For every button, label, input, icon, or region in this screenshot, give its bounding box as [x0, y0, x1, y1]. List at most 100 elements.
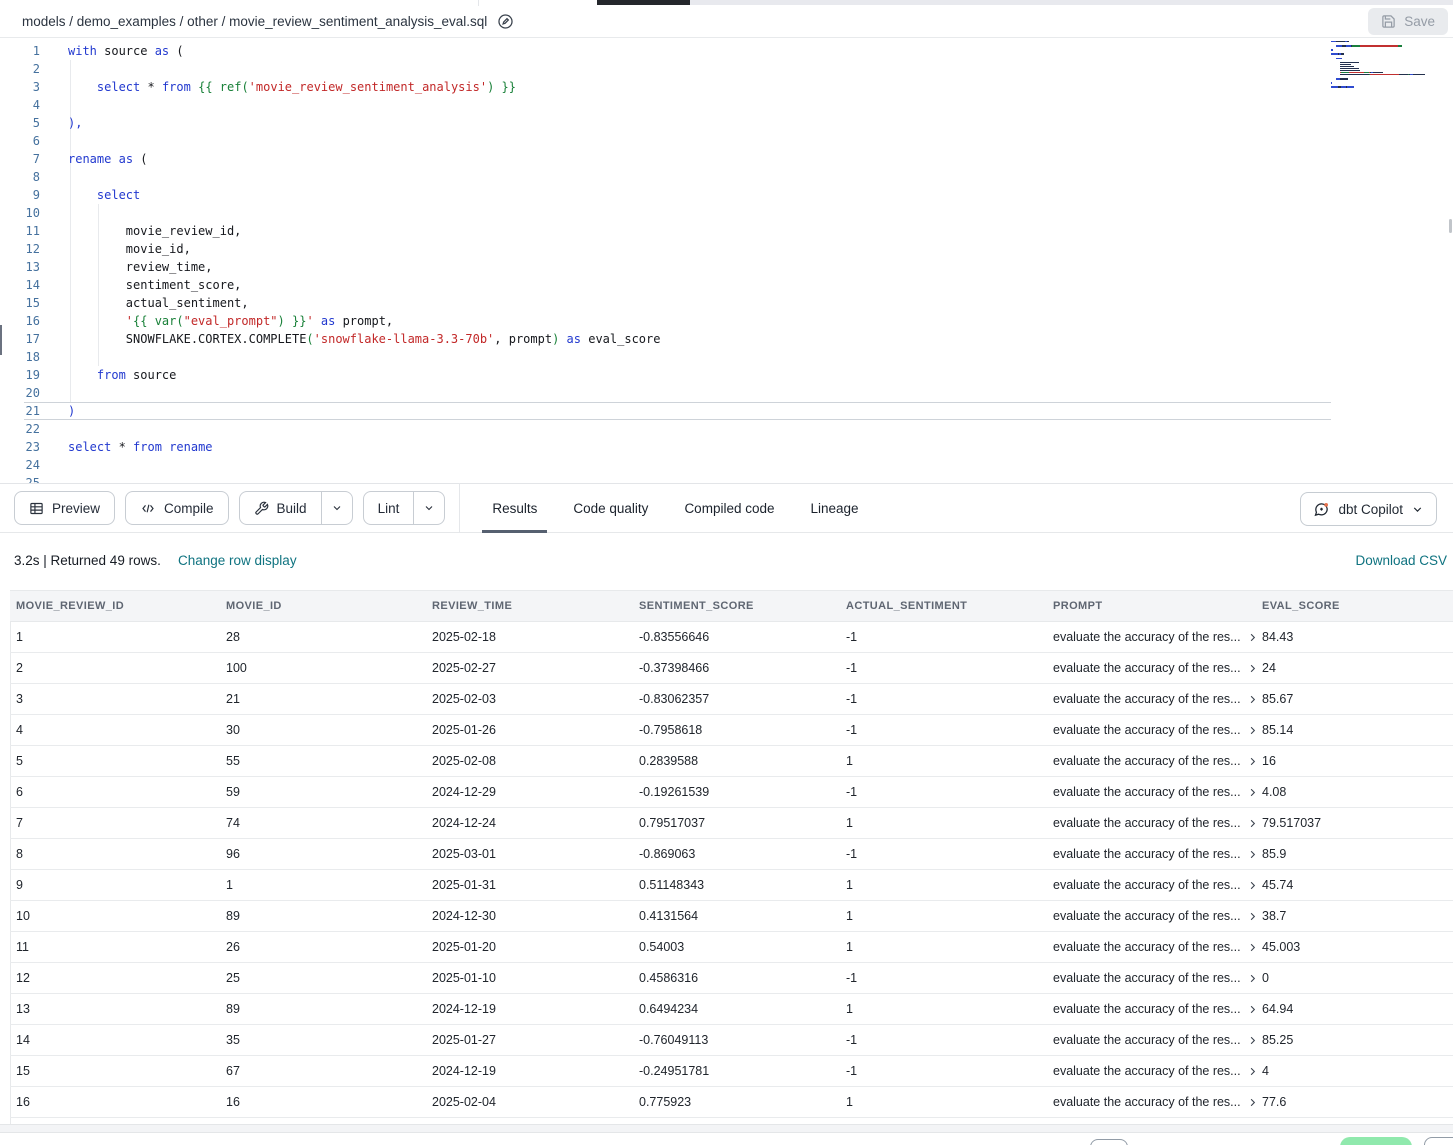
expand-prompt-icon[interactable] — [1247, 1066, 1256, 1077]
build-button[interactable]: Build — [239, 491, 353, 525]
column-header-prompt[interactable]: PROMPT — [1047, 591, 1256, 621]
save-button[interactable]: Save — [1368, 8, 1448, 35]
table-row[interactable]: 7742024-12-240.795170371evaluate the acc… — [10, 808, 1453, 839]
column-header-actual_sentiment[interactable]: ACTUAL_SENTIMENT — [840, 591, 1047, 621]
results-table: MOVIE_REVIEW_IDMOVIE_IDREVIEW_TIMESENTIM… — [10, 590, 1453, 1145]
expand-prompt-icon[interactable] — [1247, 1004, 1256, 1015]
code-line[interactable]: '{{ var("eval_prompt") }}' as prompt, — [68, 312, 1323, 330]
table-cell: 2025-02-04 — [426, 1087, 633, 1117]
code-line[interactable]: SNOWFLAKE.CORTEX.COMPLETE('snowflake-lla… — [68, 330, 1323, 348]
tab-results[interactable]: Results — [474, 483, 555, 533]
tab-compiled-code[interactable]: Compiled code — [666, 483, 792, 533]
column-header-sentiment_score[interactable]: SENTIMENT_SCORE — [633, 591, 840, 621]
code-line[interactable] — [68, 384, 1323, 402]
code-line[interactable]: select * from rename — [68, 438, 1323, 456]
download-csv-link[interactable]: Download CSV — [1355, 553, 1447, 568]
table-row[interactable]: 16162025-02-040.7759231evaluate the accu… — [10, 1087, 1453, 1118]
code-line[interactable] — [68, 204, 1323, 222]
expand-prompt-icon[interactable] — [1247, 694, 1256, 705]
code-line[interactable] — [68, 168, 1323, 186]
expand-prompt-icon[interactable] — [1247, 973, 1256, 984]
table-row[interactable]: 8962025-03-01-0.869063-1evaluate the acc… — [10, 839, 1453, 870]
code-line[interactable]: movie_review_id, — [68, 222, 1323, 240]
compile-button[interactable]: Compile — [125, 491, 229, 525]
table-row[interactable]: 6592024-12-29-0.19261539-1evaluate the a… — [10, 777, 1453, 808]
build-dropdown-caret[interactable] — [321, 492, 352, 524]
column-header-eval_score[interactable]: EVAL_SCORE — [1256, 591, 1453, 621]
code-line[interactable]: ), — [68, 114, 1323, 132]
code-line[interactable]: actual_sentiment, — [68, 294, 1323, 312]
table-cell: 2 — [10, 653, 220, 683]
table-cell: -1 — [840, 777, 1047, 807]
minimap[interactable] — [1331, 41, 1451, 93]
code-line[interactable] — [68, 420, 1323, 438]
code-line[interactable]: with source as ( — [68, 42, 1323, 60]
table-row[interactable]: 3212025-02-03-0.83062357-1evaluate the a… — [10, 684, 1453, 715]
build-button-label: Build — [277, 501, 307, 516]
partial-green-pill[interactable] — [1340, 1137, 1412, 1145]
expand-prompt-icon[interactable] — [1247, 849, 1256, 860]
column-header-movie_id[interactable]: MOVIE_ID — [220, 591, 426, 621]
code-line[interactable] — [68, 132, 1323, 150]
code-line[interactable]: select — [68, 186, 1323, 204]
expand-prompt-icon[interactable] — [1247, 942, 1256, 953]
table-row[interactable]: 11262025-01-200.540031evaluate the accur… — [10, 932, 1453, 963]
expand-prompt-icon[interactable] — [1247, 756, 1256, 767]
tab-scrollbar-thumb[interactable] — [597, 0, 690, 5]
tab-label: Lineage — [811, 501, 859, 516]
code-line[interactable]: ) — [68, 402, 1323, 420]
preview-button[interactable]: Preview — [14, 491, 115, 525]
code-line[interactable]: select * from {{ ref('movie_review_senti… — [68, 78, 1323, 96]
results-tabs: ResultsCode qualityCompiled code Lineage — [474, 483, 876, 533]
table-row[interactable]: 12252025-01-100.4586316-1evaluate the ac… — [10, 963, 1453, 994]
code-line[interactable] — [68, 96, 1323, 114]
tab-code-quality[interactable]: Code quality — [555, 483, 666, 533]
table-row[interactable]: 1282025-02-18-0.83556646-1evaluate the a… — [10, 622, 1453, 653]
prompt-text: evaluate the accuracy of the res... — [1053, 622, 1241, 652]
expand-prompt-icon[interactable] — [1247, 818, 1256, 829]
expand-prompt-icon[interactable] — [1247, 1035, 1256, 1046]
code-pane[interactable]: with source as ( select * from {{ ref('m… — [68, 42, 1323, 483]
expand-prompt-icon[interactable] — [1247, 663, 1256, 674]
lint-button[interactable]: Lint — [363, 491, 446, 525]
horizontal-scrollbar[interactable] — [0, 1124, 1453, 1133]
table-row[interactable]: 912025-01-310.511483431evaluate the accu… — [10, 870, 1453, 901]
expand-prompt-icon[interactable] — [1247, 911, 1256, 922]
code-line[interactable]: movie_id, — [68, 240, 1323, 258]
breadcrumb[interactable]: models / demo_examples / other / movie_r… — [22, 14, 487, 29]
code-line[interactable] — [68, 474, 1323, 483]
table-row[interactable]: 5552025-02-080.28395881evaluate the accu… — [10, 746, 1453, 777]
table-cell: 21 — [220, 684, 426, 714]
table-row[interactable]: 15672024-12-19-0.24951781-1evaluate the … — [10, 1056, 1453, 1087]
expand-prompt-icon[interactable] — [1247, 1097, 1256, 1108]
table-row[interactable]: 4302025-01-26-0.7958618-1evaluate the ac… — [10, 715, 1453, 746]
code-line[interactable]: sentiment_score, — [68, 276, 1323, 294]
change-row-display-link[interactable]: Change row display — [178, 553, 297, 568]
code-line[interactable] — [68, 60, 1323, 78]
column-header-movie_review_id[interactable]: MOVIE_REVIEW_ID — [10, 591, 220, 621]
code-token: as — [321, 314, 335, 328]
dbt-copilot-button[interactable]: dbt Copilot — [1300, 492, 1437, 526]
code-line[interactable]: rename as ( — [68, 150, 1323, 168]
partial-button[interactable] — [1090, 1139, 1128, 1145]
tab-lineage[interactable]: Lineage — [793, 483, 877, 533]
code-line[interactable]: from source — [68, 366, 1323, 384]
table-row[interactable]: 14352025-01-27-0.76049113-1evaluate the … — [10, 1025, 1453, 1056]
column-header-review_time[interactable]: REVIEW_TIME — [426, 591, 633, 621]
table-row[interactable]: 10892024-12-300.41315641evaluate the acc… — [10, 901, 1453, 932]
expand-prompt-icon[interactable] — [1247, 725, 1256, 736]
editor-scrollbar-thumb[interactable] — [1449, 219, 1452, 233]
expand-prompt-icon[interactable] — [1247, 632, 1256, 643]
expand-prompt-icon[interactable] — [1247, 880, 1256, 891]
table-cell: -1 — [840, 684, 1047, 714]
table-cell: 85.9 — [1256, 839, 1453, 869]
table-row[interactable]: 13892024-12-190.64942341evaluate the acc… — [10, 994, 1453, 1025]
code-line[interactable]: review_time, — [68, 258, 1323, 276]
table-row[interactable]: 21002025-02-27-0.37398466-1evaluate the … — [10, 653, 1453, 684]
lint-dropdown-caret[interactable] — [413, 492, 444, 524]
partial-button[interactable] — [1424, 1137, 1453, 1145]
code-line[interactable] — [68, 348, 1323, 366]
expand-prompt-icon[interactable] — [1247, 787, 1256, 798]
code-editor[interactable]: 1234567891011121314151617181920212223242… — [0, 38, 1453, 483]
code-line[interactable] — [68, 456, 1323, 474]
